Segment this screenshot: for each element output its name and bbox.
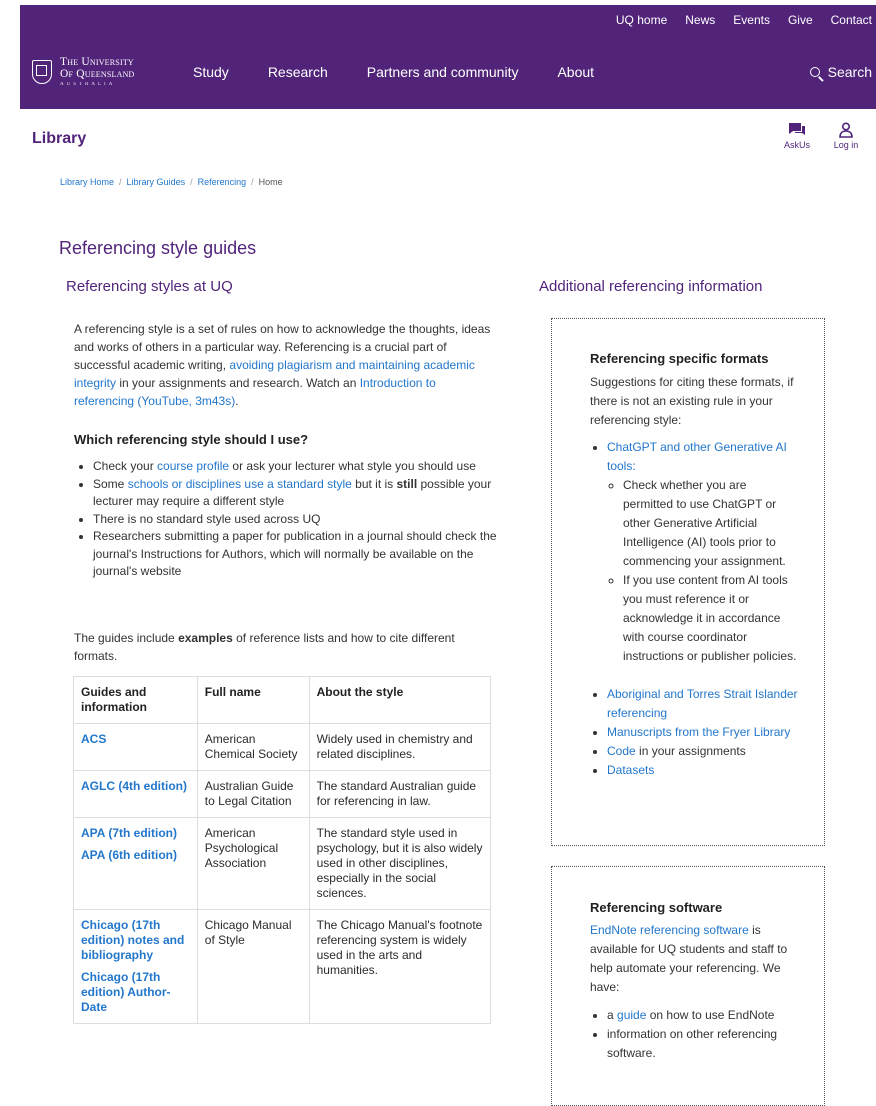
user-icon bbox=[826, 120, 866, 140]
list-item: ChatGPT and other Generative AI tools: C… bbox=[607, 438, 798, 666]
main-navigation: The University Of Queensland AUSTRALIA S… bbox=[20, 35, 876, 109]
nav-item-research[interactable]: Research bbox=[268, 64, 328, 80]
styles-table: Guides and information Full name About t… bbox=[73, 676, 492, 1024]
referencing-software-title: Referencing software bbox=[590, 900, 723, 915]
list-item: Researchers submitting a paper for publi… bbox=[93, 528, 513, 581]
list-item: Some schools or disciplines use a standa… bbox=[93, 476, 513, 511]
endnote-guide-link[interactable]: guide bbox=[617, 1008, 646, 1022]
logo-line-3: AUSTRALIA bbox=[60, 82, 116, 88]
login-button[interactable]: Log in bbox=[826, 120, 866, 150]
breadcrumb-library-home[interactable]: Library Home bbox=[60, 177, 114, 187]
search-label: Search bbox=[827, 64, 872, 80]
aboriginal-referencing-link[interactable]: Aboriginal and Torres Strait Islander re… bbox=[607, 687, 798, 720]
specific-formats-intro: Suggestions for citing these formats, if… bbox=[590, 375, 794, 427]
software-list: a guide on how to use EndNote informatio… bbox=[590, 1006, 798, 1063]
table-header-row: Guides and information Full name About t… bbox=[73, 676, 492, 724]
table-cell: Chicago Manual of Style bbox=[196, 909, 310, 1024]
breadcrumb-referencing[interactable]: Referencing bbox=[198, 177, 247, 187]
datasets-link[interactable]: Datasets bbox=[607, 763, 654, 777]
nav-item-about[interactable]: About bbox=[557, 64, 594, 80]
breadcrumb-library-guides[interactable]: Library Guides bbox=[127, 177, 186, 187]
table-cell: The Chicago Manual's footnote referencin… bbox=[308, 909, 492, 1024]
fryer-manuscripts-link[interactable]: Manuscripts from the Fryer Library bbox=[607, 725, 790, 739]
uq-crest-icon bbox=[32, 60, 52, 84]
ai-sublist: Check whether you are permitted to use C… bbox=[607, 476, 798, 666]
specific-formats-title: Referencing specific formats bbox=[590, 351, 769, 366]
list-item: Datasets bbox=[607, 761, 798, 780]
aglc-guide-link[interactable]: AGLC (4th edition) bbox=[81, 779, 190, 794]
table-row: ACS American Chemical Society Widely use… bbox=[73, 723, 492, 771]
list-item: Check whether you are permitted to use C… bbox=[623, 476, 798, 571]
acs-guide-link[interactable]: ACS bbox=[81, 732, 190, 747]
table-cell: American Psychological Association bbox=[196, 817, 310, 910]
library-title[interactable]: Library bbox=[32, 130, 86, 148]
breadcrumb-current: Home bbox=[258, 177, 283, 187]
referencing-software-box: Referencing software EndNote referencing… bbox=[551, 866, 825, 1106]
logo-line-1: The University bbox=[60, 56, 134, 69]
table-cell: The standard style used in psychology, b… bbox=[308, 817, 492, 910]
table-row: AGLC (4th edition) Australian Guide to L… bbox=[73, 770, 492, 818]
nav-item-partners[interactable]: Partners and community bbox=[367, 64, 519, 80]
left-section-heading: Referencing styles at UQ bbox=[66, 278, 233, 295]
nav-item-study[interactable]: Study bbox=[193, 64, 229, 80]
list-item: Code in your assignments bbox=[607, 742, 798, 761]
list-item: There is no standard style used across U… bbox=[93, 511, 513, 529]
logo-line-2: Of Queensland bbox=[60, 68, 135, 81]
table-cell: The standard Australian guide for refere… bbox=[308, 770, 492, 818]
chat-icon bbox=[777, 120, 817, 140]
table-row: Chicago (17th edition) notes and bibliog… bbox=[73, 909, 492, 1024]
style-advice-list: Check your course profile or ask your le… bbox=[76, 458, 513, 581]
page-title: Referencing style guides bbox=[59, 238, 257, 258]
intro-paragraph: A referencing style is a set of rules on… bbox=[74, 320, 494, 410]
guides-paragraph: The guides include examples of reference… bbox=[74, 631, 455, 663]
utility-link-give[interactable]: Give bbox=[788, 13, 813, 27]
chicago-author-date-guide-link[interactable]: Chicago (17th edition) Author-Date bbox=[81, 970, 190, 1015]
library-bar: Library AskUs Log in bbox=[32, 120, 876, 160]
formats-list: ChatGPT and other Generative AI tools: C… bbox=[590, 438, 798, 780]
intro-text-2: in your assignments and research. Watch … bbox=[116, 376, 360, 390]
table-cell: Widely used in chemistry and related dis… bbox=[308, 723, 492, 771]
logo-text: The University Of Queensland AUSTRALIA bbox=[60, 56, 135, 87]
askus-label: AskUs bbox=[783, 140, 810, 150]
col-header-full-name: Full name bbox=[196, 676, 310, 724]
login-label: Log in bbox=[833, 140, 859, 150]
table-cell: Australian Guide to Legal Citation bbox=[196, 770, 310, 818]
list-item: a guide on how to use EndNote bbox=[607, 1006, 798, 1025]
col-header-guides: Guides and information bbox=[73, 676, 198, 724]
list-item: Check your course profile or ask your le… bbox=[93, 458, 513, 476]
list-item: Manuscripts from the Fryer Library bbox=[607, 723, 798, 742]
apa7-guide-link[interactable]: APA (7th edition) bbox=[81, 826, 190, 841]
list-item: information on other referencing softwar… bbox=[607, 1025, 798, 1063]
table-row: APA (7th edition) APA (6th edition) Ameri… bbox=[73, 817, 492, 910]
chicago-notes-guide-link[interactable]: Chicago (17th edition) notes and bibliog… bbox=[81, 918, 190, 963]
utility-links: UQ home News Events Give Contact bbox=[616, 5, 876, 35]
askus-button[interactable]: AskUs bbox=[777, 120, 817, 150]
search-icon bbox=[809, 67, 820, 77]
col-header-about: About the style bbox=[308, 676, 492, 724]
code-link[interactable]: Code bbox=[607, 744, 636, 758]
utility-bar: UQ home News Events Give Contact bbox=[20, 5, 876, 35]
endnote-link[interactable]: EndNote referencing software bbox=[590, 923, 749, 937]
course-profile-link[interactable]: course profile bbox=[157, 459, 229, 473]
utility-link-uq-home[interactable]: UQ home bbox=[616, 13, 667, 27]
schools-standard-style-link[interactable]: schools or disciplines use a standard st… bbox=[128, 477, 352, 491]
specific-formats-box: Referencing specific formats Suggestions… bbox=[551, 318, 825, 846]
utility-link-events[interactable]: Events bbox=[733, 13, 770, 27]
chatgpt-link[interactable]: ChatGPT and other Generative AI tools: bbox=[607, 440, 787, 473]
breadcrumb: Library Home / Library Guides / Referencing /… bbox=[60, 177, 283, 187]
apa6-guide-link[interactable]: APA (6th edition) bbox=[81, 848, 190, 863]
nav-items: Study Research Partners and community Ab… bbox=[193, 35, 633, 109]
table-cell: American Chemical Society bbox=[196, 723, 310, 771]
search-button[interactable]: Search bbox=[809, 35, 872, 109]
which-style-heading: Which referencing style should I use? bbox=[74, 432, 309, 447]
utility-link-contact[interactable]: Contact bbox=[831, 13, 872, 27]
referencing-software-text: EndNote referencing software is availabl… bbox=[590, 923, 788, 994]
list-item: Aboriginal and Torres Strait Islander re… bbox=[607, 685, 798, 723]
uq-logo[interactable]: The University Of Queensland AUSTRALIA bbox=[32, 54, 135, 90]
right-section-heading: Additional referencing information bbox=[539, 278, 763, 295]
utility-link-news[interactable]: News bbox=[685, 13, 715, 27]
intro-text-3: . bbox=[235, 394, 239, 408]
list-item: If you use content from AI tools you mus… bbox=[623, 571, 798, 666]
